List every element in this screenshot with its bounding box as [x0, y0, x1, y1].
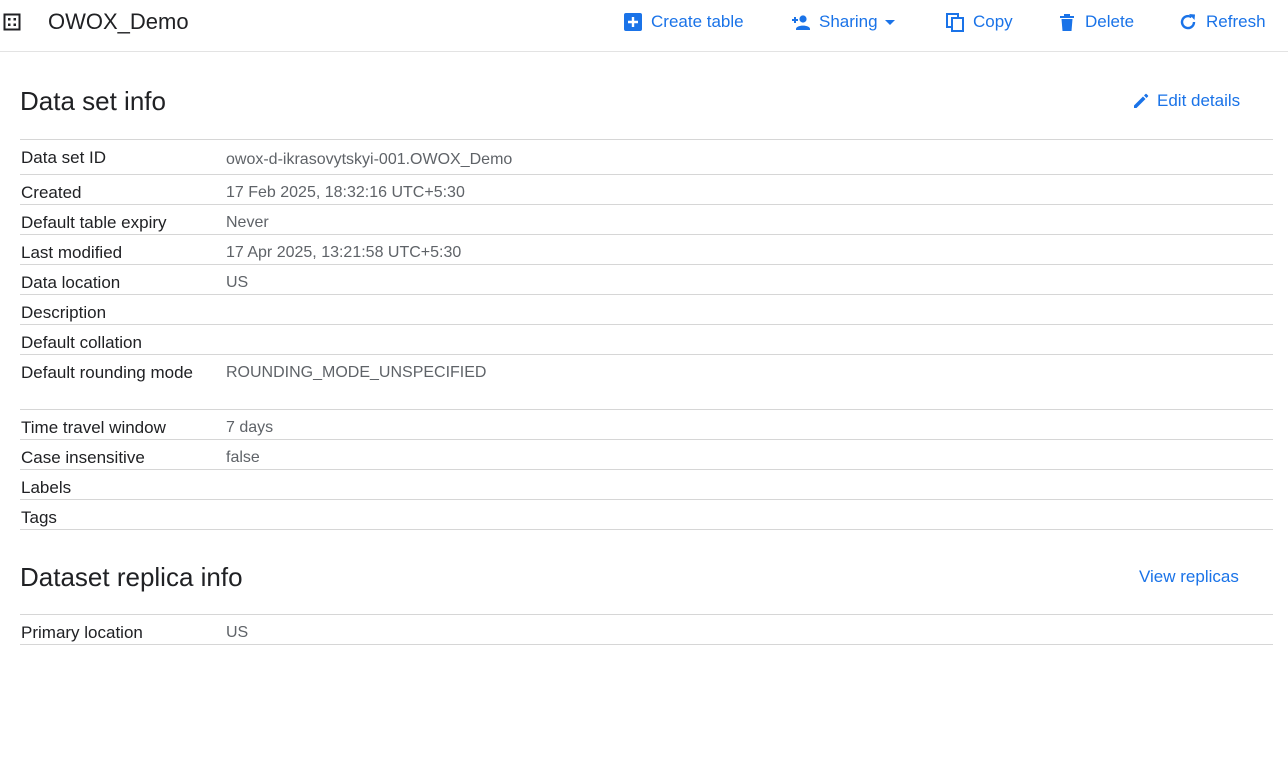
edit-details-button[interactable]: Edit details: [1131, 91, 1240, 111]
row-value: [226, 295, 1273, 324]
table-row: Default table expiry Never: [20, 205, 1273, 235]
copy-icon: [946, 13, 964, 32]
row-value: US: [226, 624, 249, 641]
row-key: Last modified: [21, 243, 123, 262]
row-key: Primary location: [21, 623, 143, 642]
add-box-icon: [624, 13, 642, 31]
sharing-button[interactable]: Sharing: [791, 10, 896, 34]
person-add-icon: [792, 15, 810, 30]
row-value: 17 Apr 2025, 13:21:58 UTC+5:30: [226, 244, 462, 261]
table-row: Description: [20, 295, 1273, 325]
row-key: Default table expiry: [21, 213, 167, 232]
row-value: owox-d-ikrasovytskyi-001.OWOX_Demo: [226, 151, 513, 168]
copy-button[interactable]: Copy: [945, 10, 1013, 34]
row-key: Time travel window: [21, 418, 166, 437]
table-row: Default collation: [20, 325, 1273, 355]
row-value: [226, 325, 1273, 354]
row-key: Data set ID: [21, 148, 107, 167]
delete-button[interactable]: Delete: [1057, 10, 1134, 34]
row-value: [226, 500, 1273, 529]
row-key: Data location: [21, 273, 121, 292]
create-table-label: Create table: [651, 12, 744, 31]
row-key: Labels: [21, 478, 72, 497]
dataset-info-table: Data set ID owox-d-ikrasovytskyi-001.OWO…: [20, 139, 1273, 530]
row-key: Case insensitive: [21, 448, 145, 467]
dataset-title: OWOX_Demo: [48, 9, 189, 34]
replica-info-title: Dataset replica info: [20, 562, 243, 592]
pencil-icon: [1134, 93, 1149, 108]
delete-label: Delete: [1085, 12, 1135, 31]
view-replicas-link[interactable]: View replicas: [1139, 567, 1239, 587]
trash-icon: [1060, 14, 1074, 31]
table-row: Labels: [20, 470, 1273, 500]
row-value: 17 Feb 2025, 18:32:16 UTC+5:30: [226, 184, 465, 201]
toolbar: OWOX_Demo Create table Sharing Copy Dele…: [0, 0, 1288, 52]
table-row: Data set ID owox-d-ikrasovytskyi-001.OWO…: [20, 140, 1273, 175]
row-key: Description: [21, 303, 107, 322]
table-row: Tags: [20, 500, 1273, 530]
copy-label: Copy: [973, 12, 1013, 31]
row-value: [226, 470, 1273, 499]
row-value: US: [226, 274, 249, 291]
chevron-down-icon: [884, 20, 895, 25]
create-table-button[interactable]: Create table: [623, 10, 744, 34]
table-row: Time travel window 7 days: [20, 410, 1273, 440]
dataset-icon: [3, 13, 21, 31]
row-value: Never: [226, 214, 269, 231]
row-key: Default rounding mode: [21, 363, 194, 382]
dataset-info-title: Data set info: [20, 86, 166, 116]
refresh-icon: [1180, 14, 1196, 30]
refresh-button[interactable]: Refresh: [1178, 10, 1266, 34]
row-key: Tags: [21, 508, 57, 527]
table-row: Case insensitive false: [20, 440, 1273, 470]
row-key: Created: [21, 183, 82, 202]
table-row: Data location US: [20, 265, 1273, 295]
table-row: Primary location US: [20, 615, 1273, 645]
table-row: Default rounding mode ROUNDING_MODE_UNSP…: [20, 355, 1273, 410]
row-key: Default collation: [21, 333, 142, 352]
row-value: ROUNDING_MODE_UNSPECIFIED: [226, 364, 487, 381]
row-value: false: [226, 449, 260, 466]
refresh-label: Refresh: [1206, 12, 1266, 31]
row-value: 7 days: [226, 419, 274, 436]
replica-info-table: Primary location US: [20, 614, 1273, 645]
sharing-label: Sharing: [819, 12, 878, 31]
edit-details-label: Edit details: [1157, 91, 1241, 110]
table-row: Created 17 Feb 2025, 18:32:16 UTC+5:30: [20, 175, 1273, 205]
table-row: Last modified 17 Apr 2025, 13:21:58 UTC+…: [20, 235, 1273, 265]
